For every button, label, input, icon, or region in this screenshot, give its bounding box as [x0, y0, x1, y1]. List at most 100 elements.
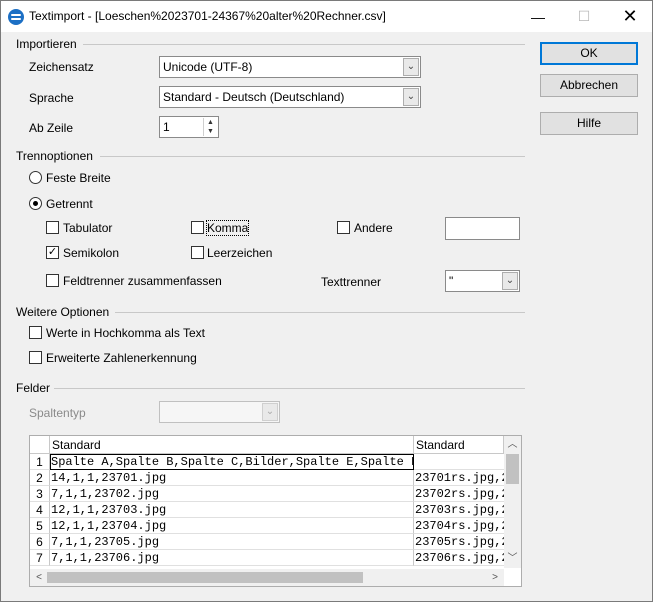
other-options-section-title: Weitere Optionen: [16, 305, 110, 319]
fixed-width-radio[interactable]: [29, 171, 42, 184]
fields-section-title: Felder: [16, 381, 51, 395]
table-cell[interactable]: 14,1,1,23701.jpg: [50, 470, 414, 486]
table-cell[interactable]: 7,1,1,23705.jpg: [50, 534, 414, 550]
row-number[interactable]: 7: [30, 550, 50, 566]
table-cell[interactable]: 7,1,1,23702.jpg: [50, 486, 414, 502]
from-row-spinner[interactable]: 1 ▲ ▼: [159, 116, 219, 138]
table-cell[interactable]: 12,1,1,23704.jpg: [50, 518, 414, 534]
scroll-left-icon[interactable]: <: [32, 569, 46, 586]
quoted-as-text-checkbox[interactable]: [29, 326, 42, 339]
table-cell[interactable]: [414, 454, 504, 470]
table-row[interactable]: 5 12,1,1,23704.jpg 23704rs.jpg,2: [30, 518, 504, 534]
window-title: Textimport - [Loeschen%2023701-24367%20a…: [29, 9, 386, 23]
row-number[interactable]: 2: [30, 470, 50, 486]
separator-section-title: Trennoptionen: [16, 149, 93, 163]
help-button[interactable]: Hilfe: [540, 112, 638, 135]
table-cell[interactable]: 23701rs.jpg,2: [414, 470, 504, 486]
table-cell[interactable]: 12,1,1,23703.jpg: [50, 502, 414, 518]
detect-numbers-checkbox[interactable]: [29, 351, 42, 364]
spin-buttons[interactable]: ▲ ▼: [203, 118, 217, 136]
from-row-label: Ab Zeile: [29, 121, 74, 135]
table-cell[interactable]: 23703rs.jpg,2: [414, 502, 504, 518]
column-header[interactable]: Standard: [50, 436, 414, 454]
section-divider: [83, 44, 525, 45]
close-button[interactable]: ✕: [607, 1, 653, 32]
import-section-title: Importieren: [16, 37, 77, 51]
tab-label[interactable]: Tabulator: [63, 221, 112, 235]
from-row-value: 1: [163, 120, 170, 134]
merge-delimiters-checkbox[interactable]: [46, 274, 59, 287]
minimize-button[interactable]: —: [515, 1, 561, 32]
language-label: Sprache: [29, 91, 74, 105]
textimport-dialog: Textimport - [Loeschen%2023701-24367%20a…: [0, 0, 653, 602]
fixed-width-label[interactable]: Feste Breite: [46, 171, 111, 185]
table-row[interactable]: 7 7,1,1,23706.jpg 23706rs.jpg,2: [30, 550, 504, 566]
other-checkbox[interactable]: [337, 221, 350, 234]
table-cell[interactable]: Spalte A,Spalte B,Spalte C,Bilder,Spalte…: [50, 454, 414, 470]
chevron-down-icon: ⌄: [403, 88, 419, 106]
horizontal-scrollbar[interactable]: < >: [30, 569, 504, 586]
merge-delimiters-label[interactable]: Feldtrenner zusammenfassen: [63, 274, 222, 288]
space-checkbox[interactable]: [191, 246, 204, 259]
text-delimiter-dropdown[interactable]: " ⌄: [445, 270, 520, 292]
scroll-down-icon[interactable]: ﹀: [504, 552, 521, 566]
semicolon-checkbox[interactable]: ✓: [46, 246, 59, 259]
section-divider: [115, 312, 525, 313]
maximize-button: ☐: [577, 8, 591, 24]
row-number[interactable]: 4: [30, 502, 50, 518]
other-separator-input[interactable]: [445, 217, 520, 240]
tab-checkbox[interactable]: [46, 221, 59, 234]
table-cell[interactable]: 23706rs.jpg,2: [414, 550, 504, 566]
row-header-corner[interactable]: [30, 436, 50, 454]
table-row[interactable]: 2 14,1,1,23701.jpg 23701rs.jpg,2: [30, 470, 504, 486]
other-label[interactable]: Andere: [354, 221, 393, 235]
chevron-down-icon: ⌄: [403, 58, 419, 76]
table-row[interactable]: 6 7,1,1,23705.jpg 23705rs.jpg,2: [30, 534, 504, 550]
comma-label[interactable]: Komma: [205, 220, 250, 236]
table-cell[interactable]: 23702rs.jpg,2: [414, 486, 504, 502]
field-preview-table[interactable]: Standard Standard 1 Spalte A,Spalte B,Sp…: [29, 435, 522, 587]
comma-checkbox[interactable]: [191, 221, 204, 234]
column-header[interactable]: Standard: [414, 436, 504, 454]
section-divider: [54, 388, 525, 389]
language-dropdown[interactable]: Standard - Deutsch (Deutschland) ⌄: [159, 86, 421, 108]
charset-label: Zeichensatz: [29, 60, 94, 74]
column-type-label: Spaltentyp: [29, 406, 86, 420]
charset-dropdown[interactable]: Unicode (UTF-8) ⌄: [159, 56, 421, 78]
text-delimiter-value: ": [449, 274, 454, 288]
scroll-up-icon[interactable]: ︿: [504, 438, 521, 452]
spin-up-icon[interactable]: ▲: [204, 118, 217, 127]
horizontal-scroll-thumb[interactable]: [47, 572, 363, 583]
chevron-down-icon: ⌄: [502, 272, 518, 290]
table-cell[interactable]: 23705rs.jpg,2: [414, 534, 504, 550]
vertical-scroll-thumb[interactable]: [506, 454, 519, 484]
quoted-as-text-label[interactable]: Werte in Hochkomma als Text: [46, 326, 205, 340]
vertical-scrollbar[interactable]: ︿ ﹀: [504, 436, 521, 568]
space-label[interactable]: Leerzeichen: [207, 246, 272, 260]
section-divider: [100, 156, 525, 157]
charset-value: Unicode (UTF-8): [163, 60, 253, 74]
row-number[interactable]: 3: [30, 486, 50, 502]
column-type-dropdown: ⌄: [159, 401, 280, 423]
spin-down-icon[interactable]: ▼: [204, 127, 217, 136]
cancel-button[interactable]: Abbrechen: [540, 74, 638, 97]
ok-button[interactable]: OK: [540, 42, 638, 65]
separated-label[interactable]: Getrennt: [46, 197, 93, 211]
table-row[interactable]: 1 Spalte A,Spalte B,Spalte C,Bilder,Spal…: [30, 454, 504, 470]
libreoffice-app-icon: [8, 9, 24, 25]
table-row[interactable]: 4 12,1,1,23703.jpg 23703rs.jpg,2: [30, 502, 504, 518]
row-number[interactable]: 5: [30, 518, 50, 534]
semicolon-label[interactable]: Semikolon: [63, 246, 119, 260]
chevron-down-icon: ⌄: [262, 403, 278, 421]
title-bar: Textimport - [Loeschen%2023701-24367%20a…: [1, 1, 652, 32]
separated-radio[interactable]: [29, 197, 42, 210]
row-number[interactable]: 1: [30, 454, 50, 470]
language-value: Standard - Deutsch (Deutschland): [163, 90, 345, 104]
table-cell[interactable]: 23704rs.jpg,2: [414, 518, 504, 534]
detect-numbers-label[interactable]: Erweiterte Zahlenerkennung: [46, 351, 197, 365]
text-delimiter-label: Texttrenner: [321, 275, 382, 289]
scroll-right-icon[interactable]: >: [488, 569, 502, 586]
table-row[interactable]: 3 7,1,1,23702.jpg 23702rs.jpg,2: [30, 486, 504, 502]
row-number[interactable]: 6: [30, 534, 50, 550]
table-cell[interactable]: 7,1,1,23706.jpg: [50, 550, 414, 566]
